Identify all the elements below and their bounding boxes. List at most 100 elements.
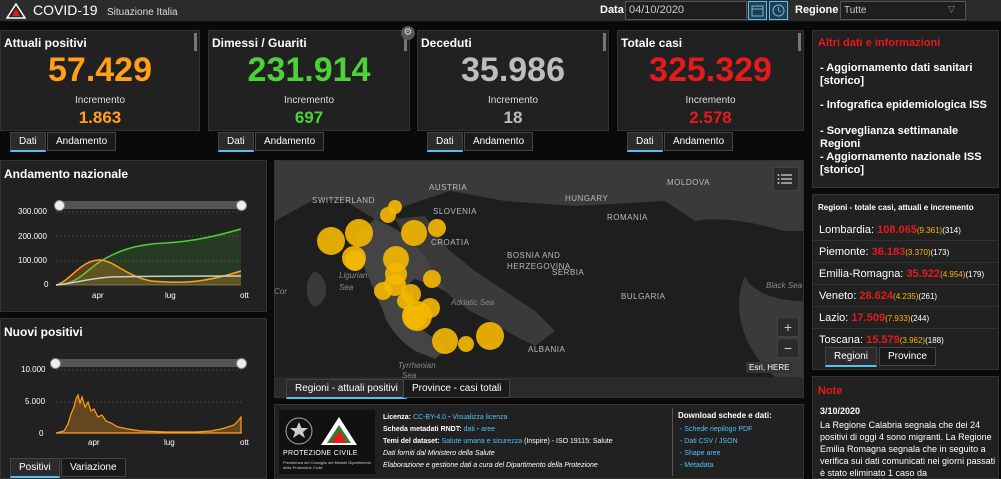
card-inc-value: 18 xyxy=(503,108,523,127)
region-row[interactable]: Veneto: 28.624(4.235)(261) xyxy=(813,285,998,307)
tab-dati[interactable]: Dati xyxy=(427,132,463,152)
time-slider[interactable] xyxy=(56,359,242,367)
y-tick: 300.000 xyxy=(18,207,47,216)
region-bubble[interactable] xyxy=(374,282,392,300)
info-link[interactable]: - Sorveglianza settimanale Regioni xyxy=(820,125,990,151)
tab-variazione[interactable]: Variazione xyxy=(61,458,126,477)
download-title: Download schede e dati: xyxy=(678,411,772,420)
region-bubble[interactable] xyxy=(388,200,402,214)
x-tick: apr xyxy=(88,438,100,447)
zoom-in-button[interactable]: + xyxy=(777,317,799,337)
zoom-out-button[interactable]: − xyxy=(777,338,799,358)
regions-list[interactable]: Lombardia: 108.065(9.361)(314) Piemonte: … xyxy=(813,219,998,349)
clock-icon[interactable] xyxy=(769,1,788,20)
card-value: 231.914 xyxy=(247,51,371,89)
tab-dati[interactable]: Dati xyxy=(627,132,663,152)
date-field[interactable]: 04/10/2020 xyxy=(625,1,747,20)
note-title: Note xyxy=(818,385,843,397)
chevron-down-icon[interactable]: ▽ xyxy=(948,4,955,15)
tab-andamento[interactable]: Andamento xyxy=(47,132,117,151)
x-tick: ott xyxy=(240,291,249,300)
region-row[interactable]: Lazio: 17.509(7.933)(244) xyxy=(813,307,998,329)
map-attribution: Esri, HERE xyxy=(746,362,793,373)
region-bubble[interactable] xyxy=(385,263,407,285)
meta-aree-link[interactable]: aree xyxy=(481,426,495,433)
newpos-area xyxy=(56,393,242,434)
card-value: 57.429 xyxy=(48,51,152,89)
legend-list-icon[interactable] xyxy=(773,167,799,191)
region-bubble[interactable] xyxy=(428,219,446,237)
scrollbar[interactable] xyxy=(798,33,801,51)
summary-card: Totale casi 325.329 Incremento 2.578 xyxy=(617,30,804,131)
slider-handle[interactable] xyxy=(54,200,65,211)
scrollbar[interactable] xyxy=(194,33,197,51)
license-link[interactable]: CC-BY-4.0 xyxy=(413,414,446,421)
license-view-link[interactable]: Visualizza licenza xyxy=(452,414,507,421)
tab-province-casi[interactable]: Province - casi totali xyxy=(403,379,511,398)
info-panel: Altri dati e informazioni - Aggiornament… xyxy=(812,30,999,188)
region-row[interactable]: Toscana: 15.579(3.962)(188) xyxy=(813,329,998,349)
region-bubble[interactable] xyxy=(317,227,345,255)
card-inc-label: Incremento xyxy=(685,95,736,106)
map-panel: AUSTRIA HUNGARY MOLDOVA SWITZERLAND SLOVENIA… xyxy=(274,160,804,399)
region-bubble[interactable] xyxy=(432,328,458,354)
regions-panel: Regioni - totale casi, attuali e increme… xyxy=(812,194,999,370)
y-tick: 5.000 xyxy=(25,397,46,406)
region-bubble[interactable] xyxy=(345,219,373,247)
tab-regioni-attuali[interactable]: Regioni - attuali positivi xyxy=(286,379,407,399)
tab-dati[interactable]: Dati xyxy=(218,132,254,152)
temi-link[interactable]: Salute umana e sicurezza xyxy=(442,438,523,445)
y-tick: 10.000 xyxy=(21,365,46,374)
region-label: Regione xyxy=(795,4,839,16)
protezione-civile-logo-icon xyxy=(321,417,357,445)
map-label: ROMANIA xyxy=(607,213,648,222)
download-link[interactable]: - Metadata xyxy=(680,460,713,472)
calendar-icon[interactable] xyxy=(748,1,767,20)
trend-panel: Andamento nazionale 300.000 200.000 100.… xyxy=(0,160,267,312)
map-label: MOLDOVA xyxy=(667,178,710,187)
region-bubble[interactable] xyxy=(397,293,413,309)
region-row[interactable]: Piemonte: 36.183(3.370)(173) xyxy=(813,241,998,263)
tab-andamento[interactable]: Andamento xyxy=(255,132,325,151)
slider-handle[interactable] xyxy=(236,200,247,211)
slider-handle[interactable] xyxy=(236,358,247,369)
map-label: SWITZERLAND xyxy=(312,196,375,205)
download-link[interactable]: - Shape aree xyxy=(680,448,720,460)
app-logo-icon xyxy=(6,3,26,19)
region-bubble[interactable] xyxy=(423,270,441,288)
region-bubble[interactable] xyxy=(345,251,365,271)
tab-regioni[interactable]: Regioni xyxy=(825,347,877,367)
tab-andamento[interactable]: Andamento xyxy=(464,132,534,151)
card-inc-value: 1.863 xyxy=(78,108,122,127)
y-tick: 200.000 xyxy=(18,232,47,241)
info-link[interactable]: - Infografica epidemiologica ISS xyxy=(820,99,990,112)
tab-dati[interactable]: Dati xyxy=(10,132,46,152)
download-link[interactable]: - Dati CSV / JSON xyxy=(680,436,738,448)
meta-dati-link[interactable]: dati xyxy=(464,426,475,433)
note-panel: Note 3/10/2020 La Regione Calabria segna… xyxy=(812,376,999,479)
settings-icon[interactable]: ⚙ xyxy=(401,26,415,40)
card-title: Attuali positivi xyxy=(4,36,87,50)
license-line: Licenza: CC-BY-4.0 - Visualizza licenza xyxy=(383,414,508,421)
tab-andamento[interactable]: Andamento xyxy=(664,132,734,151)
info-link[interactable]: - Aggiornamento nazionale ISS [storico] xyxy=(820,151,990,177)
region-row[interactable]: Lombardia: 108.065(9.361)(314) xyxy=(813,219,998,241)
region-row[interactable]: Emilia-Romagna: 35.922(4.954)(179) xyxy=(813,263,998,285)
tab-province[interactable]: Province xyxy=(879,347,936,366)
region-bubble[interactable] xyxy=(458,336,474,352)
slider-handle[interactable] xyxy=(50,358,61,369)
scrollbar[interactable] xyxy=(603,33,606,51)
region-bubble[interactable] xyxy=(476,322,504,350)
tab-positivi[interactable]: Positivi xyxy=(10,458,60,478)
source-line: Dati forniti dal Ministero della Salute xyxy=(383,450,495,457)
time-slider[interactable] xyxy=(59,201,242,209)
card-title: Totale casi xyxy=(621,36,683,50)
region-bubble[interactable] xyxy=(401,220,427,246)
info-title: Altri dati e informazioni xyxy=(818,37,941,49)
card-title: Dimessi / Guariti xyxy=(212,36,307,50)
download-link[interactable]: - Schede riepilogo PDF xyxy=(680,424,752,436)
map-label: CROATIA xyxy=(431,238,470,247)
map-label: Ligurian xyxy=(339,271,368,280)
info-link[interactable]: - Aggiornamento dati sanitari [storico] xyxy=(820,62,990,88)
card-inc-value: 2.578 xyxy=(689,108,732,127)
